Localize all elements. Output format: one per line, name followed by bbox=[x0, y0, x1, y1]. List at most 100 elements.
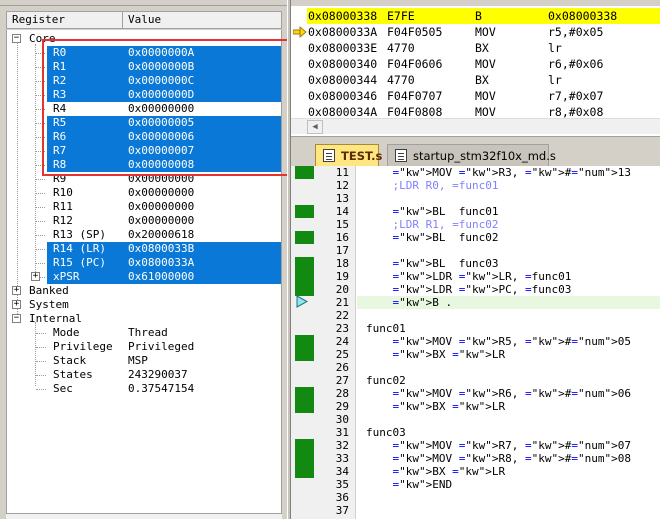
register-value[interactable]: 0x00000006 bbox=[128, 130, 194, 144]
code-line[interactable]: ;LDR R1, =func02 bbox=[366, 218, 498, 231]
line-number: 32 bbox=[335, 439, 349, 452]
line-number: 21 bbox=[335, 296, 349, 309]
internal-row[interactable]: Sec 0.37547154 bbox=[7, 382, 281, 396]
tree-guide bbox=[35, 44, 36, 280]
instruction-row[interactable]: 0x08000344 4770 BX lr bbox=[307, 72, 660, 88]
tree-guide bbox=[35, 207, 45, 208]
tree-node-banked[interactable]: + Banked bbox=[7, 284, 281, 298]
register-row[interactable]: + xPSR 0x61000000 bbox=[31, 270, 281, 284]
register-name: R1 bbox=[53, 60, 67, 73]
code-line[interactable]: func01 bbox=[366, 322, 406, 335]
register-value[interactable]: 0x0000000C bbox=[128, 74, 194, 88]
expand-icon[interactable]: + bbox=[31, 272, 40, 281]
registers-hscroll[interactable] bbox=[6, 514, 282, 519]
code-editor[interactable]: 11 ="kw">MOV ="kw">R3, ="kw">#="num">13 1… bbox=[291, 166, 660, 519]
register-value[interactable]: 0x00000000 bbox=[128, 214, 194, 228]
register-row[interactable]: R12 0x00000000 bbox=[35, 214, 281, 228]
tab-test-s[interactable]: TEST.s bbox=[315, 144, 382, 166]
register-value[interactable]: 0x0000000D bbox=[128, 88, 194, 102]
register-value[interactable]: 0x0800033A bbox=[128, 256, 194, 270]
code-line[interactable]: func03 bbox=[366, 426, 406, 439]
internal-row[interactable]: Mode Thread bbox=[7, 326, 281, 340]
register-row[interactable]: R0 0x0000000A bbox=[35, 46, 281, 60]
internal-row[interactable]: States 243290037 bbox=[7, 368, 281, 382]
tree-guide bbox=[35, 263, 45, 264]
tree-guide bbox=[35, 109, 45, 110]
instruction-row[interactable]: 0x08000340 F04F0606 MOV r6,#0x06 bbox=[307, 56, 660, 72]
line-number: 13 bbox=[335, 192, 349, 205]
tree-node-core[interactable]: − Core bbox=[7, 32, 281, 46]
register-value[interactable]: 0x0000000A bbox=[128, 46, 194, 60]
register-value[interactable]: 0x61000000 bbox=[128, 270, 194, 284]
internal-row[interactable]: Privilege Privileged bbox=[7, 340, 281, 354]
line-number: 11 bbox=[335, 166, 349, 179]
code-line[interactable]: ="kw">MOV ="kw">R6, ="kw">#="num">06 bbox=[366, 387, 631, 400]
instruction-row[interactable]: 0x0800033E 4770 BX lr bbox=[307, 40, 660, 56]
register-row[interactable]: R10 0x00000000 bbox=[35, 186, 281, 200]
value-column-header[interactable]: Value bbox=[123, 12, 281, 28]
internal-value: Thread bbox=[128, 326, 168, 339]
tree-node-internal[interactable]: − Internal bbox=[7, 312, 281, 326]
code-line[interactable]: ="kw">END bbox=[366, 478, 453, 491]
internal-row[interactable]: Stack MSP bbox=[7, 354, 281, 368]
register-value[interactable]: 0x00000005 bbox=[128, 116, 194, 130]
register-row[interactable]: R11 0x00000000 bbox=[35, 200, 281, 214]
current-instruction-row[interactable]: 0x08000338 E7FE B 0x08000338 bbox=[307, 8, 660, 24]
register-name: R5 bbox=[53, 116, 67, 129]
register-row[interactable]: R2 0x0000000C bbox=[35, 74, 281, 88]
code-line[interactable]: ="kw">BL func02 bbox=[366, 231, 499, 244]
code-line[interactable]: func02 bbox=[366, 374, 406, 387]
register-row[interactable]: R4 0x00000000 bbox=[35, 102, 281, 116]
register-value[interactable]: 0x00000000 bbox=[128, 200, 194, 214]
register-value[interactable]: 0x00000008 bbox=[128, 158, 194, 172]
register-value[interactable]: 0x20000618 bbox=[128, 228, 194, 242]
register-row[interactable]: R7 0x00000007 bbox=[35, 144, 281, 158]
code-line[interactable]: ;LDR R0, =func01 bbox=[366, 179, 498, 192]
code-line[interactable]: ="kw">BX ="kw">LR bbox=[366, 465, 506, 478]
register-value[interactable]: 0x00000007 bbox=[128, 144, 194, 158]
code-line[interactable]: ="kw">MOV ="kw">R3, ="kw">#="num">13 bbox=[366, 166, 631, 179]
register-column-header[interactable]: Register bbox=[7, 12, 123, 28]
register-value[interactable]: 0x00000000 bbox=[128, 172, 194, 186]
disassembly-hscroll[interactable]: ◀ bbox=[291, 118, 660, 134]
register-value[interactable]: 0x00000000 bbox=[128, 186, 194, 200]
code-line[interactable]: ="kw">BL func03 bbox=[366, 257, 499, 270]
collapse-icon[interactable]: − bbox=[12, 314, 21, 323]
code-coverage-marker bbox=[295, 166, 314, 179]
line-number: 17 bbox=[335, 244, 349, 257]
register-value[interactable]: 0x0800033B bbox=[128, 242, 194, 256]
instruction-row[interactable]: 0x08000346 F04F0707 MOV r7,#0x07 bbox=[307, 88, 660, 104]
register-row[interactable]: R13 (SP) 0x20000618 bbox=[35, 228, 281, 242]
code-line[interactable]: ="kw">MOV ="kw">R8, ="kw">#="num">08 bbox=[366, 452, 631, 465]
code-line[interactable]: ="kw">LDR ="kw">PC, =func03 bbox=[366, 283, 572, 296]
register-row[interactable]: R6 0x00000006 bbox=[35, 130, 281, 144]
code-line[interactable]: ="kw">MOV ="kw">R7, ="kw">#="num">07 bbox=[366, 439, 631, 452]
register-value[interactable]: 0x0000000B bbox=[128, 60, 194, 74]
instruction-operands: 0x08000338 bbox=[548, 9, 618, 23]
register-row[interactable]: R8 0x00000008 bbox=[35, 158, 281, 172]
register-row[interactable]: R3 0x0000000D bbox=[35, 88, 281, 102]
internal-value: 243290037 bbox=[128, 368, 188, 381]
register-row[interactable]: R1 0x0000000B bbox=[35, 60, 281, 74]
register-value[interactable]: 0x00000000 bbox=[128, 102, 194, 116]
tab-startup-file[interactable]: startup_stm32f10x_md.s bbox=[387, 144, 556, 166]
tab-label: startup_stm32f10x_md.s bbox=[413, 149, 556, 163]
scroll-left-button[interactable]: ◀ bbox=[307, 120, 323, 134]
expand-icon[interactable]: + bbox=[12, 300, 21, 309]
code-coverage-marker bbox=[295, 387, 314, 400]
register-row[interactable]: R5 0x00000005 bbox=[35, 116, 281, 130]
code-line[interactable]: ="kw">BL func01 bbox=[366, 205, 499, 218]
tree-node-system[interactable]: + System bbox=[7, 298, 281, 312]
expand-icon[interactable]: + bbox=[12, 286, 21, 295]
code-line[interactable]: ="kw">B . bbox=[366, 296, 453, 309]
register-row[interactable]: R9 0x00000000 bbox=[35, 172, 281, 186]
code-line[interactable]: ="kw">MOV ="kw">R5, ="kw">#="num">05 bbox=[366, 335, 631, 348]
tree-guide bbox=[35, 249, 45, 250]
code-line[interactable]: ="kw">BX ="kw">LR bbox=[366, 348, 506, 361]
register-row[interactable]: R15 (PC) 0x0800033A bbox=[35, 256, 281, 270]
code-line[interactable]: ="kw">LDR ="kw">LR, =func01 bbox=[366, 270, 572, 283]
register-row[interactable]: R14 (LR) 0x0800033B bbox=[35, 242, 281, 256]
code-line[interactable]: ="kw">BX ="kw">LR bbox=[366, 400, 506, 413]
register-name: R6 bbox=[53, 130, 67, 143]
instruction-row[interactable]: 0x0800033A F04F0505 MOV r5,#0x05 bbox=[307, 24, 660, 40]
